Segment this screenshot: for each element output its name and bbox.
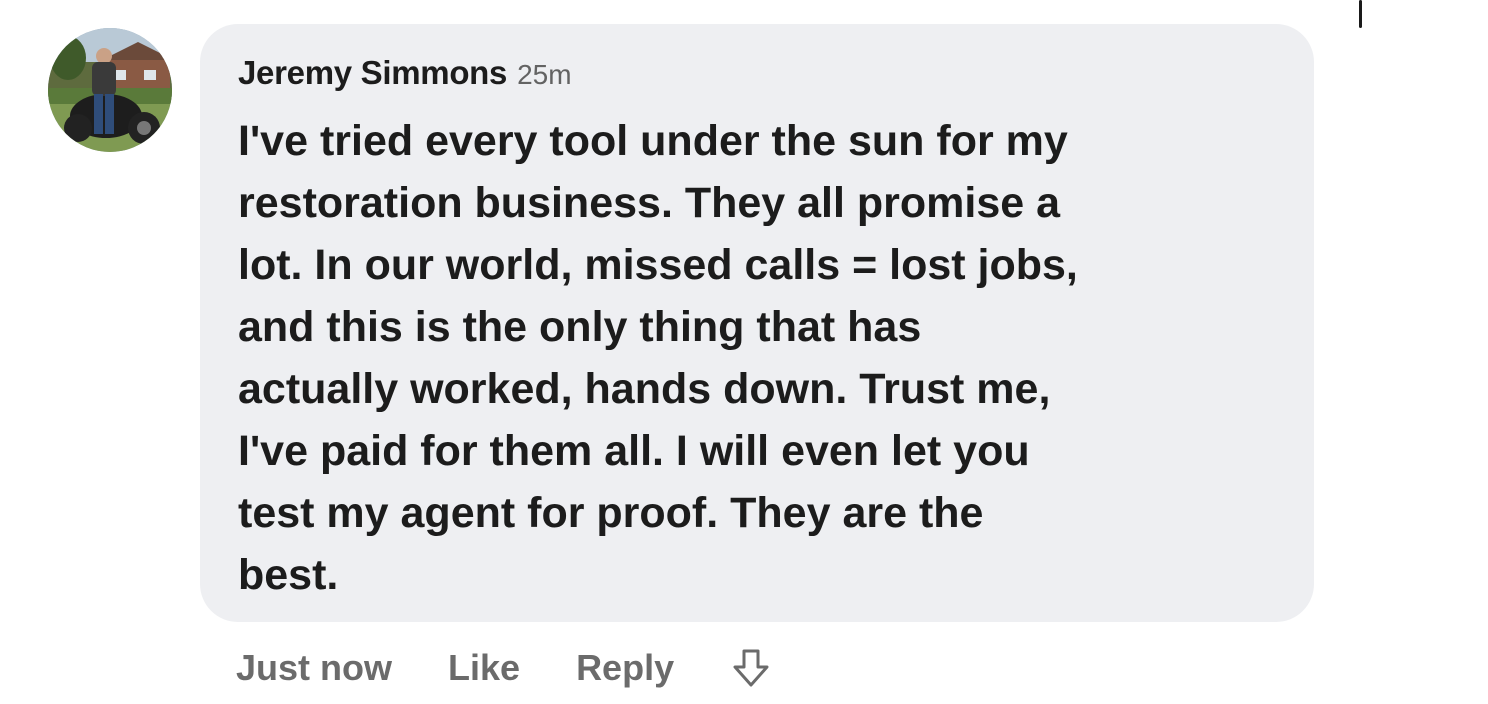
comment-line: lot. In our world, missed calls = lost j…: [238, 241, 1078, 289]
comment-line: best.: [238, 551, 339, 599]
comment-timestamp[interactable]: 25m: [517, 59, 571, 91]
comment-line: test my agent for proof. They are the: [238, 489, 984, 537]
avatar-photo: [48, 28, 172, 152]
arrow-down-outline-icon[interactable]: [730, 647, 772, 689]
comment-line: restoration business. They all promise a: [238, 179, 1061, 227]
window-edge-divider: [1359, 0, 1362, 28]
comment-line: and this is the only thing that has: [238, 303, 922, 351]
comment-actions: Just now Like Reply: [236, 640, 772, 696]
comment-body: I've tried every tool under the sun for …: [238, 110, 1298, 606]
comment-header: Jeremy Simmons 25m: [238, 54, 1280, 102]
comment-line: actually worked, hands down. Trust me,: [238, 365, 1051, 413]
comment-line: I've tried every tool under the sun for …: [238, 117, 1068, 165]
comment-line: I've paid for them all. I will even let …: [238, 427, 1030, 475]
avatar[interactable]: [48, 28, 172, 152]
like-button[interactable]: Like: [448, 647, 520, 689]
relative-time: Just now: [236, 647, 393, 688]
reply-button[interactable]: Reply: [576, 647, 674, 689]
comment-bubble: Jeremy Simmons 25m I've tried every tool…: [200, 24, 1314, 622]
author-name[interactable]: Jeremy Simmons: [238, 54, 507, 92]
